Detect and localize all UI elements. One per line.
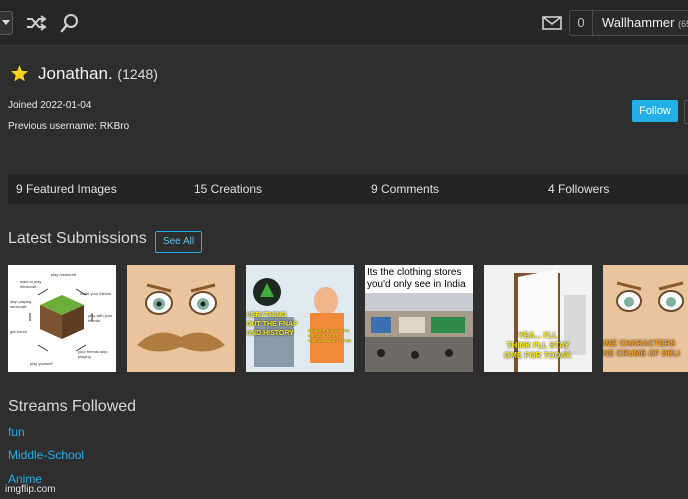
more-options-button[interactable] (684, 100, 688, 124)
user-menu-label: Wallhammer (602, 15, 675, 30)
top-navigation-bar: 0 Wallhammer (65 (0, 0, 688, 46)
user-menu-points: (65 (678, 19, 688, 29)
stream-link[interactable]: fun (8, 425, 25, 439)
caption-line: invite your friends (80, 291, 112, 296)
username-text: Jonathan. (38, 64, 113, 83)
submission-thumbnail[interactable]: YEA... I'LL THINK I'LL STAY OME FOR TODA… (484, 265, 592, 372)
menu-caret-icon (2, 20, 10, 25)
anime-face-image (127, 265, 235, 372)
meme-caption: IME CHARACTERS NE CRUMB OF DELI (603, 339, 688, 359)
meme-caption: YEA... I'LL THINK I'LL STAY OME FOR TODA… (484, 331, 592, 361)
stat-creations[interactable]: 15 Creations (194, 174, 262, 204)
caption-line: Its the clothing stores (367, 267, 462, 278)
latest-submissions-heading: Latest Submissions (8, 230, 147, 247)
caption-line: want to play minecraft (20, 279, 42, 289)
caption-line: OUT THE FNAF (246, 321, 298, 328)
profile-stats-bar: 9 Featured Images 15 Creations 9 Comment… (8, 174, 688, 204)
caption-line: IME CHARACTERS (603, 339, 676, 348)
caption-line: THINK I'LL STAY (506, 341, 570, 350)
meme-caption: VERYTHING OUT THE FNAF AND HISTORY (246, 311, 297, 338)
search-icon[interactable] (59, 12, 81, 34)
stream-link[interactable]: Middle-School (8, 448, 84, 462)
submission-thumbnail[interactable]: want to play minecraft play minecraft in… (8, 265, 116, 372)
shuffle-icon[interactable] (25, 12, 47, 34)
caption-line: OME FOR TODAY. (503, 351, 572, 360)
stat-comments[interactable]: 9 Comments (371, 174, 439, 204)
previous-username: Previous username: RKBro (8, 121, 130, 132)
imgflip-watermark: imgflip.com (5, 484, 56, 495)
caption-line: stop playing minecraft (10, 299, 32, 309)
caption-line: your friends stop playing (78, 349, 108, 359)
submission-thumbnail[interactable]: IME CHARACTERS NE CRUMB OF DELI (603, 265, 688, 372)
caption-line: play minecraft (51, 272, 76, 277)
caption-line: YEA... I'LL (518, 331, 558, 340)
caption-line: you'd only see in India (367, 279, 466, 290)
follow-button[interactable]: Follow (632, 100, 678, 122)
mail-icon[interactable] (541, 13, 563, 33)
user-menu-button[interactable]: Wallhammer (65 (592, 10, 688, 36)
caption-line: THE COMMUNITY AFTER (308, 339, 352, 343)
menu-dropdown-button[interactable] (0, 11, 13, 35)
caption-line: get bored (10, 329, 27, 334)
stat-followers[interactable]: 4 Followers (548, 174, 609, 204)
stat-featured-images[interactable]: 9 Featured Images (16, 174, 117, 204)
submission-thumbnail[interactable] (127, 265, 235, 372)
caption-line: play yourself (30, 361, 53, 366)
notification-count[interactable]: 0 (569, 10, 592, 36)
submission-thumbnail[interactable]: VERYTHING OUT THE FNAF AND HISTORY NO MO… (246, 265, 354, 372)
joined-date: Joined 2022-01-04 (8, 100, 92, 111)
caption-line: VERYTHING (246, 312, 287, 319)
see-all-button[interactable]: See All (155, 231, 202, 253)
meme-caption: Its the clothing stores you'd only see i… (367, 267, 466, 291)
caption-line: NE CRUMB OF DELI (603, 349, 680, 358)
streams-followed-heading: Streams Followed (8, 398, 137, 415)
username-points: (1248) (117, 66, 158, 82)
meme-caption-small: NO MORE JUST WANTS CHECK IN AFTER THE CO… (308, 329, 354, 344)
profile-username: Jonathan. (1248) (38, 64, 158, 84)
caption-line: AND HISTORY (246, 330, 294, 337)
submission-thumbnail[interactable]: Its the clothing stores you'd only see i… (365, 265, 473, 372)
star-icon (9, 63, 30, 83)
caption-line: play with your friends (88, 313, 113, 323)
